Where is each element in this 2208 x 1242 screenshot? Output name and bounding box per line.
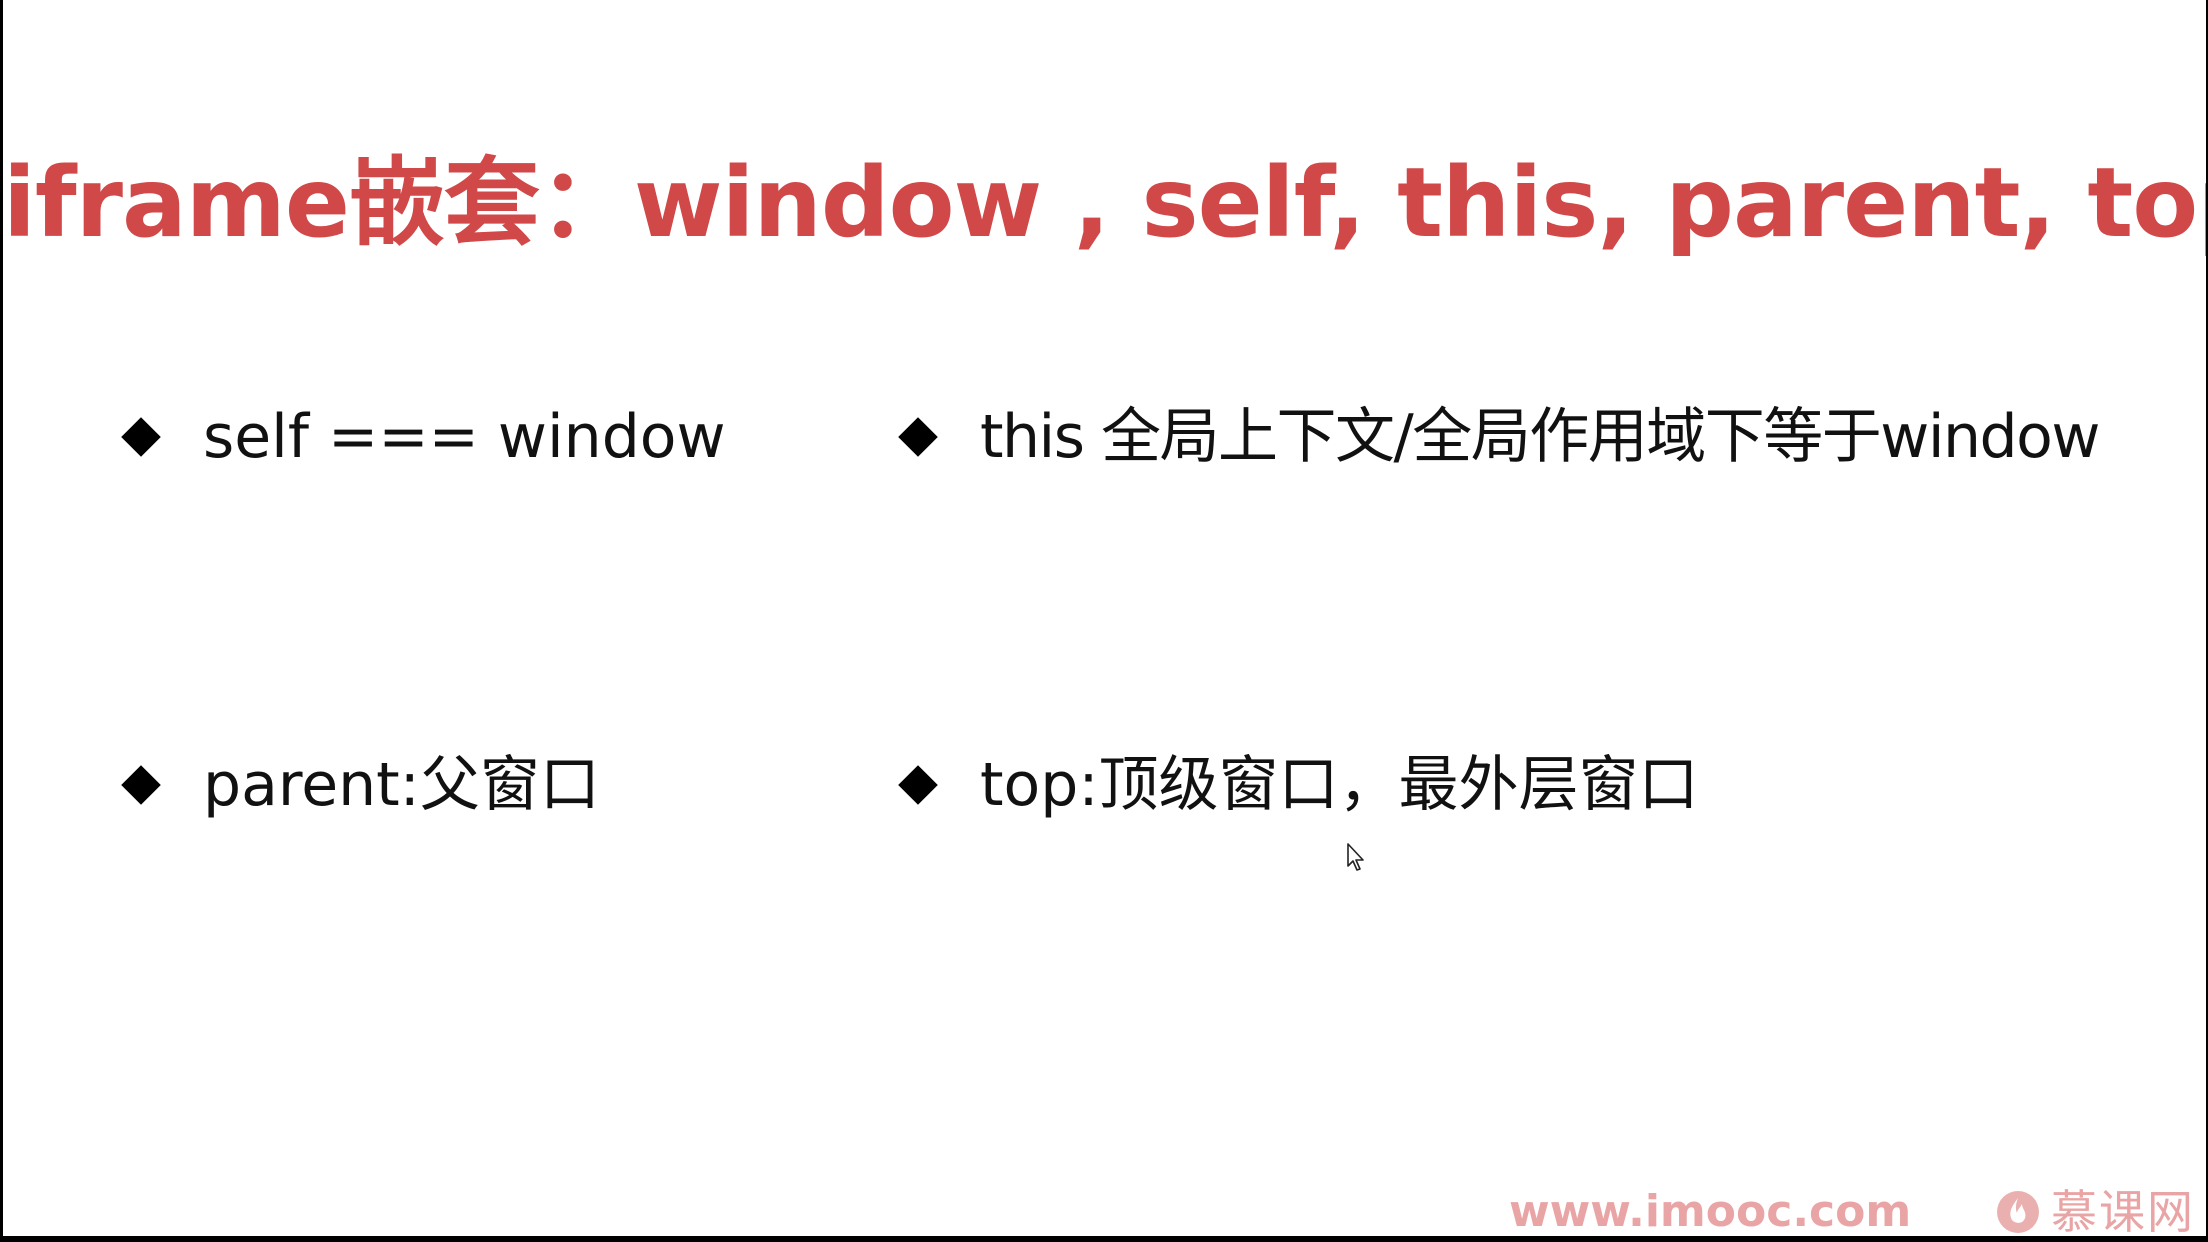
diamond-bullet-icon [121,417,161,457]
diamond-bullet-icon [898,765,938,805]
mouse-pointer-icon [1347,843,1364,871]
bullet-text: self === window [203,402,726,472]
diamond-bullet-icon [898,417,938,457]
bullet-text: top:顶级窗口，最外层窗口 [980,750,1699,820]
slide-title: iframe嵌套：window , self, this, parent, to… [3,147,2206,259]
slide-canvas: iframe嵌套：window , self, this, parent, to… [3,0,2206,1236]
bullet-item-this: this 全局上下文/全局作用域下等于window [892,397,2100,477]
bullet-item-self: self === window [115,397,726,477]
brand-name: 慕课网 [2051,1185,2195,1236]
watermark-url: www.imooc.com [1509,1186,1912,1236]
brand-logo: 慕课网 [1995,1184,2195,1236]
imooc-flame-icon [1997,1191,2039,1233]
bullet-item-parent: parent:父窗口 [115,745,600,825]
bullet-text: this 全局上下文/全局作用域下等于window [980,402,2100,472]
diamond-bullet-icon [121,765,161,805]
bullet-text: parent:父窗口 [203,750,600,820]
bullet-item-top: top:顶级窗口，最外层窗口 [892,745,1699,825]
